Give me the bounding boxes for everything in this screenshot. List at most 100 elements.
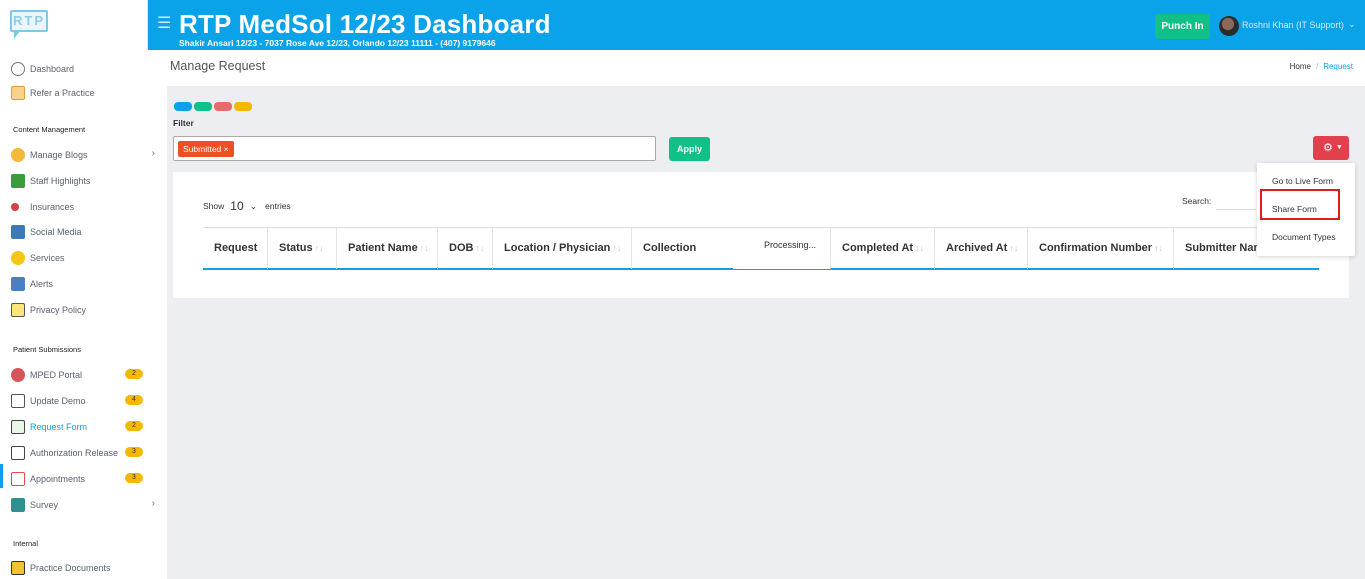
alerts-icon — [11, 277, 25, 291]
sidebar-item-request-form[interactable]: Request Form 2 — [11, 418, 161, 436]
highlight-box — [1260, 189, 1340, 220]
sidebar-item-label: Request Form — [30, 422, 88, 432]
survey-icon — [11, 498, 25, 512]
sidebar-item-mped-portal[interactable]: MPED Portal 2 — [11, 366, 161, 384]
column-header-confirmation-number[interactable]: Confirmation Number ↑↓ — [1028, 228, 1174, 269]
sidebar-item-label: Dashboard — [30, 64, 75, 74]
show-label: Show — [203, 201, 225, 211]
page-title: Manage Request — [170, 59, 266, 73]
sidebar-item-label: Practice Documents — [30, 563, 111, 573]
requests-card: Show 10 ⌄ entries Search: Request Status… — [173, 172, 1349, 298]
active-indicator — [0, 464, 3, 488]
social-icon — [11, 225, 25, 239]
sidebar-item-update-demo[interactable]: Update Demo 4 — [11, 392, 161, 410]
caret-down-icon: ▼ — [1335, 144, 1343, 152]
column-header-dob[interactable]: DOB ↑↓ — [438, 228, 493, 269]
breadcrumb: Home / Request — [1290, 62, 1353, 71]
menu-toggle-icon[interactable]: ☰ — [157, 13, 171, 33]
search-input[interactable] — [1216, 192, 1256, 210]
chevron-right-icon: › — [151, 148, 155, 159]
documents-icon — [11, 561, 25, 575]
avatar[interactable] — [1219, 16, 1239, 36]
sidebar-item-label: Refer a Practice — [30, 88, 95, 98]
sidebar-item-label: Appointments — [30, 474, 86, 484]
staff-icon — [11, 174, 25, 188]
sidebar-item-services[interactable]: Services — [11, 249, 161, 267]
authorization-icon — [11, 446, 25, 460]
sidebar-item-label: Services — [30, 253, 65, 263]
sort-icon: ↑↓ — [314, 243, 324, 253]
privacy-icon — [11, 303, 25, 317]
sidebar-item-insurances[interactable]: Insurances — [11, 198, 161, 216]
sort-icon: ↑↓ — [1154, 243, 1164, 253]
sort-icon: ↑↓ — [915, 243, 925, 253]
sidebar-item-label: Alerts — [30, 279, 54, 289]
sidebar-item-dashboard[interactable]: Dashboard — [11, 60, 161, 78]
refer-icon — [11, 86, 25, 100]
breadcrumb-separator: / — [1315, 62, 1319, 71]
menu-item-go-to-live-form[interactable]: Go to Live Form — [1272, 176, 1333, 186]
sidebar: Dashboard Refer a Practice Content Manag… — [0, 50, 167, 579]
chevron-down-icon[interactable]: ⌄ — [1348, 19, 1356, 30]
color-dot-yellow[interactable] — [234, 102, 252, 111]
sidebar-item-social-media[interactable]: Social Media — [11, 223, 161, 241]
gear-icon: ⚙ — [1323, 142, 1333, 154]
sidebar-item-survey[interactable]: Survey › — [11, 496, 161, 514]
sidebar-item-label: Staff Highlights — [30, 176, 91, 186]
sidebar-item-staff-highlights[interactable]: Staff Highlights — [11, 172, 161, 190]
request-form-icon — [11, 420, 25, 434]
breadcrumb-current: Request — [1323, 62, 1353, 71]
search-label: Search: — [1182, 196, 1212, 206]
sort-icon: ↑↓ — [419, 243, 429, 253]
processing-indicator: Processing... — [733, 228, 830, 269]
count-badge: 4 — [125, 395, 143, 405]
sidebar-item-label: Survey — [30, 500, 59, 510]
sidebar-item-privacy-policy[interactable]: Privacy Policy — [11, 301, 161, 319]
count-badge: 3 — [125, 473, 143, 483]
blog-icon — [11, 148, 25, 162]
app-title: RTP MedSol 12/23 Dashboard — [179, 9, 551, 39]
sort-icon: ↑↓ — [612, 243, 622, 253]
update-demo-icon — [11, 394, 25, 408]
breadcrumb-home[interactable]: Home — [1290, 62, 1311, 71]
settings-dropdown-button[interactable]: ⚙ ▼ — [1313, 136, 1349, 160]
insurance-icon — [11, 203, 19, 211]
chevron-down-icon[interactable]: ⌄ — [250, 201, 258, 212]
entries-label: entries — [265, 201, 291, 211]
app-subtitle: Shakir Ansari 12/23 - 7037 Rose Ave 12/2… — [179, 38, 496, 48]
sidebar-item-authorization-release[interactable]: Authorization Release 3 — [11, 444, 161, 462]
filter-label: Filter — [173, 118, 194, 128]
column-header-patient-name[interactable]: Patient Name ↑↓ — [337, 228, 438, 269]
sidebar-item-manage-blogs[interactable]: Manage Blogs › — [11, 146, 161, 164]
section-internal: Internal — [13, 539, 39, 548]
column-header-request[interactable]: Request — [203, 228, 268, 269]
section-patient-submissions: Patient Submissions — [13, 345, 81, 354]
punch-in-button[interactable]: Punch In — [1155, 14, 1210, 39]
filter-chip-submitted[interactable]: Submitted × — [178, 141, 234, 157]
page-size-select[interactable]: 10 — [230, 199, 243, 213]
color-dot-green[interactable] — [194, 102, 212, 111]
column-header-status[interactable]: Status ↑↓ — [268, 228, 337, 269]
column-header-location[interactable]: Location / Physician ↑↓ — [493, 228, 632, 269]
user-name[interactable]: Roshni Khan (IT Support) — [1242, 20, 1344, 30]
sidebar-item-label: Privacy Policy — [30, 305, 87, 315]
mped-icon — [11, 368, 25, 382]
sidebar-item-alerts[interactable]: Alerts — [11, 275, 161, 293]
column-header-archived-at[interactable]: Archived At ↑↓ — [935, 228, 1028, 269]
sidebar-item-practice-documents[interactable]: Practice Documents — [11, 559, 161, 577]
services-icon — [11, 251, 25, 265]
filter-select[interactable]: Submitted × — [173, 136, 656, 161]
sort-icon: ↑↓ — [1009, 243, 1019, 253]
sidebar-item-appointments[interactable]: Appointments 3 — [11, 470, 161, 488]
color-dot-blue[interactable] — [174, 102, 192, 111]
sidebar-item-refer[interactable]: Refer a Practice — [11, 84, 161, 102]
menu-item-document-types[interactable]: Document Types — [1272, 232, 1336, 242]
column-header-completed-at[interactable]: Completed At ↑↓ — [831, 228, 935, 269]
sidebar-item-label: Social Media — [30, 227, 82, 237]
logo-area[interactable]: RTP — [0, 0, 148, 50]
sidebar-item-label: Insurances — [30, 202, 75, 212]
apply-button[interactable]: Apply — [669, 137, 710, 161]
sidebar-item-label: Manage Blogs — [30, 150, 88, 160]
page-header: Manage Request Home / Request — [167, 50, 1365, 86]
color-dot-red[interactable] — [214, 102, 232, 111]
